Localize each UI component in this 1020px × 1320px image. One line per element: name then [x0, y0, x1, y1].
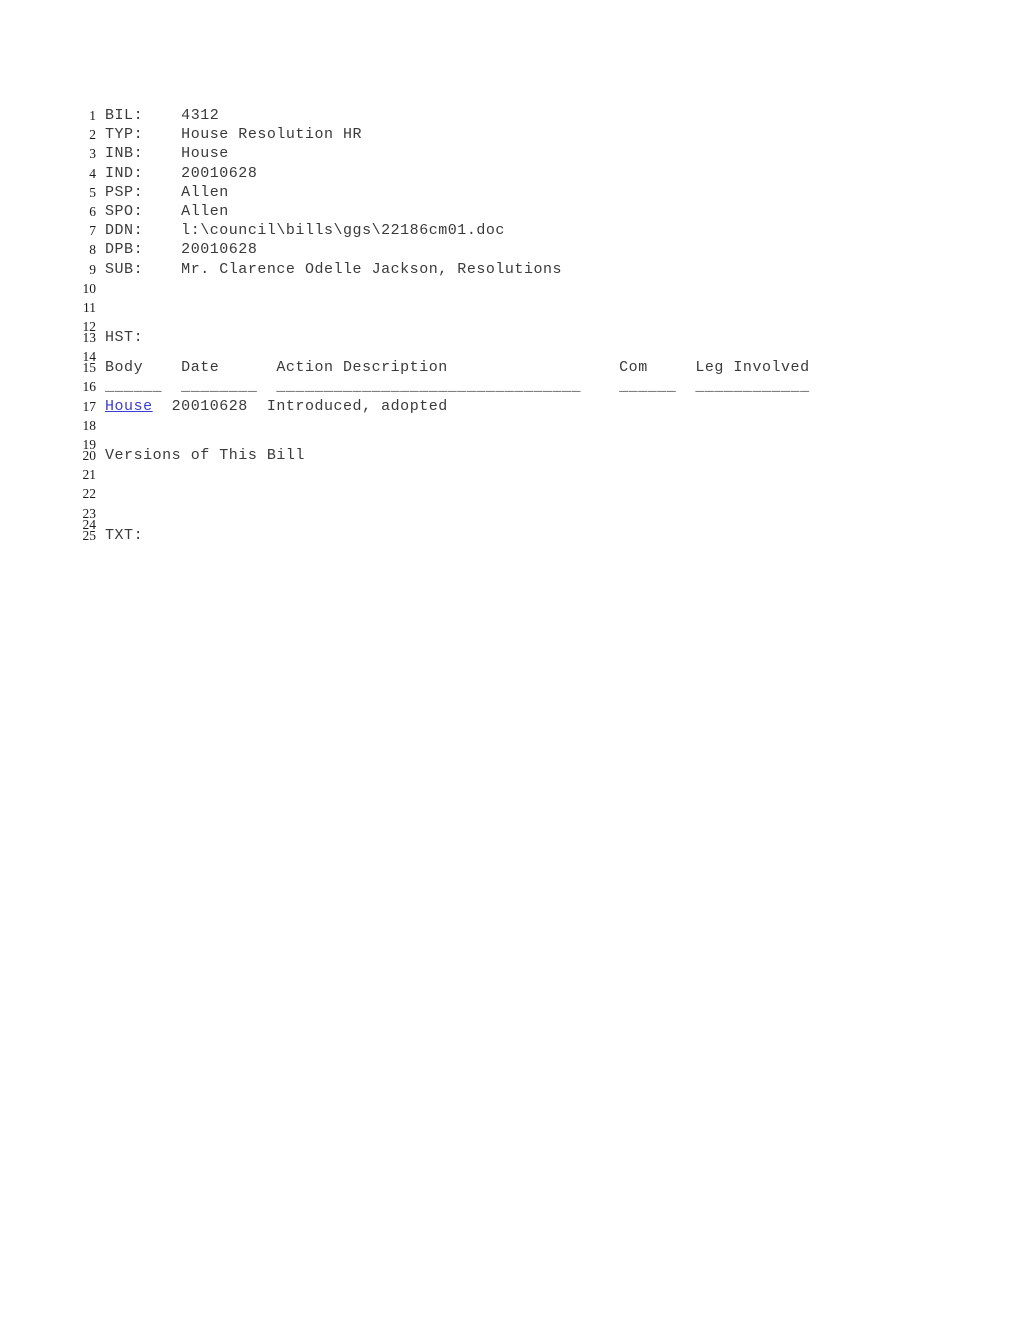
- document-page: 1 BIL: 4312 2 TYP: House Resolution HR 3…: [0, 0, 1020, 1320]
- table-row: 17 House 20010628 Introduced, adopted: [74, 397, 974, 418]
- line-number: 2: [89, 127, 96, 143]
- record-line: 22: [74, 486, 974, 505]
- line-number: 17: [82, 398, 97, 414]
- record-line: 21: [74, 467, 974, 486]
- record-line: 7 DDN: l:\council\bills\ggs\22186cm01.do…: [74, 223, 974, 242]
- line-number: 6: [89, 203, 96, 219]
- line-number: 9: [89, 261, 96, 277]
- history-row-content: House 20010628 Introduced, adopted: [105, 397, 448, 415]
- record-line: 23: [74, 506, 974, 521]
- line-number: 22: [82, 486, 97, 502]
- record-line: 20 Versions of This Bill: [74, 448, 974, 467]
- record-line: 9 SUB: Mr. Clarence Odelle Jackson, Reso…: [74, 260, 974, 281]
- record-line: 1 BIL: 4312: [74, 108, 974, 127]
- record-line: 13 HST:: [74, 330, 974, 349]
- line-number: 8: [89, 242, 96, 258]
- record-line: 12: [74, 319, 974, 334]
- record-line: 11: [74, 300, 974, 319]
- field-ind: IND: 20010628: [105, 164, 258, 182]
- line-number: 15: [82, 360, 97, 376]
- field-psp: PSP: Allen: [105, 183, 229, 201]
- record-line: 2 TYP: House Resolution HR: [74, 127, 974, 146]
- record-line: 8 DPB: 20010628: [74, 242, 974, 261]
- line-number: 11: [83, 299, 96, 315]
- record-line: 6 SPO: Allen: [74, 202, 974, 223]
- line-number: 21: [82, 467, 97, 483]
- field-typ: TYP: House Resolution HR: [105, 126, 363, 144]
- field-ddn: DDN: l:\council\bills\ggs\22186cm01.doc: [105, 222, 505, 240]
- record-line: 24: [74, 517, 974, 532]
- record-line: 15 Body Date Action Description Com Leg …: [74, 360, 974, 379]
- record-line: 4 IND: 20010628: [74, 164, 974, 185]
- line-number: 1: [89, 108, 96, 123]
- line-number: 3: [89, 146, 96, 162]
- history-body-link[interactable]: House: [105, 398, 153, 415]
- record-line: 10: [74, 281, 974, 300]
- text-section-label: TXT:: [105, 526, 144, 544]
- line-number: 16: [82, 379, 97, 395]
- history-table-header: Body Date Action Description Com Leg Inv…: [105, 359, 810, 377]
- field-inb: INB: House: [105, 145, 229, 163]
- bill-record-listing: 1 BIL: 4312 2 TYP: House Resolution HR 3…: [74, 108, 974, 547]
- line-number: 5: [89, 184, 96, 200]
- record-line: 3 INB: House: [74, 146, 974, 165]
- record-line: 25 TXT:: [74, 526, 974, 547]
- line-number: 4: [89, 165, 96, 181]
- line-number: 7: [89, 223, 96, 239]
- field-bil: BIL: 4312: [105, 107, 220, 124]
- history-table-rule: ______ ________ ________________________…: [105, 378, 810, 396]
- line-number: 25: [82, 527, 97, 543]
- line-number: 20: [82, 448, 97, 463]
- versions-heading: Versions of This Bill: [105, 447, 305, 464]
- history-row-rest: 20010628 Introduced, adopted: [152, 397, 448, 415]
- record-line: 18: [74, 418, 974, 437]
- line-number: 18: [82, 417, 97, 433]
- field-spo: SPO: Allen: [105, 202, 229, 220]
- record-line: 16 ______ ________ _____________________…: [74, 379, 974, 398]
- field-sub: SUB: Mr. Clarence Odelle Jackson, Resolu…: [105, 260, 563, 278]
- line-number: 13: [82, 330, 97, 346]
- field-dpb: DPB: 20010628: [105, 241, 258, 259]
- line-number: 10: [82, 280, 97, 296]
- record-line: 5 PSP: Allen: [74, 183, 974, 204]
- history-section-label: HST:: [105, 329, 144, 347]
